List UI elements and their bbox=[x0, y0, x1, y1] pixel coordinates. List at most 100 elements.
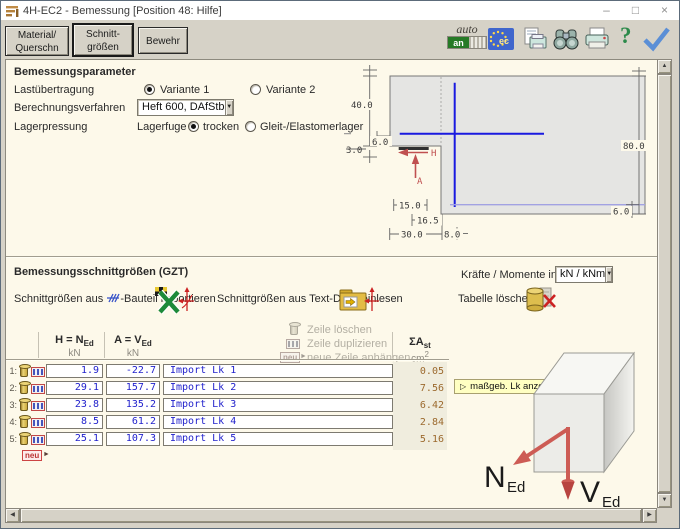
sum-header: ΣAst bbox=[394, 336, 446, 350]
loadcase-name-input[interactable]: Import Lk 3 bbox=[163, 398, 393, 412]
radio-gleitlager[interactable] bbox=[245, 121, 256, 132]
sum-value: 2.84 bbox=[396, 417, 444, 428]
window-title: 4H-EC2 - Bemessung [Position 48: Hilfe] bbox=[23, 5, 222, 17]
delete-row-icon[interactable] bbox=[20, 383, 28, 394]
minimize-button[interactable]: – bbox=[592, 1, 621, 20]
variante1-label: Variante 1 bbox=[160, 84, 209, 96]
dim-40: 40.0 bbox=[351, 101, 373, 111]
loadcase-name-input[interactable]: Import Lk 1 bbox=[163, 364, 393, 378]
copy-print-icon[interactable] bbox=[522, 27, 548, 51]
horizontal-scroll-thumb[interactable] bbox=[20, 508, 642, 523]
units-select[interactable]: kN / kNm ▼ bbox=[555, 266, 613, 283]
ned-sub-label: Ed bbox=[507, 479, 525, 496]
close-button[interactable]: × bbox=[650, 1, 679, 20]
vertical-scroll-thumb[interactable] bbox=[657, 74, 672, 493]
units-label: Kräfte / Momente in bbox=[461, 269, 557, 281]
eurocode-icon[interactable]: ec bbox=[488, 28, 514, 50]
delete-row-icon[interactable] bbox=[20, 366, 28, 377]
h-input[interactable]: 1.9 bbox=[46, 364, 103, 378]
loadcase-name-input[interactable]: Import Lk 2 bbox=[163, 381, 393, 395]
dim-3: 3.0 bbox=[346, 146, 362, 156]
auto-label: auto bbox=[447, 22, 487, 37]
dim-16-5: 16.5 bbox=[417, 217, 439, 227]
berechnungsverfahren-label: Berechnungsverfahren bbox=[14, 102, 125, 114]
table-header-divider bbox=[6, 359, 449, 361]
ved-label: V bbox=[580, 476, 600, 509]
force-h-label: H bbox=[431, 149, 436, 159]
append-row-button[interactable]: neu bbox=[22, 450, 42, 461]
dim-6-plate: 6.0 bbox=[372, 138, 388, 148]
dim-30: 30.0 bbox=[401, 231, 423, 241]
dim-8: 8.0 bbox=[444, 231, 460, 241]
tab-label: Material/ bbox=[6, 29, 68, 42]
import-label-pre: Schnittgrößen aus bbox=[14, 293, 103, 305]
tab-schnittgroessen[interactable]: Schnitt- größen bbox=[72, 23, 134, 57]
ec-label: ec bbox=[499, 36, 509, 46]
4h-logo-icon bbox=[106, 293, 120, 303]
tab-bewehrung[interactable]: Bewehr bbox=[138, 27, 188, 54]
toolbar: Material/ Querschn Schnitt- größen Beweh… bbox=[1, 20, 679, 59]
v-input[interactable]: -22.7 bbox=[106, 364, 160, 378]
maximize-button[interactable]: □ bbox=[621, 1, 650, 20]
duplicate-row-icon[interactable] bbox=[31, 384, 45, 394]
delete-row-icon[interactable] bbox=[20, 400, 28, 411]
help-icon[interactable]: ? bbox=[620, 23, 632, 49]
loadcase-name-input[interactable]: Import Lk 4 bbox=[163, 415, 393, 429]
import-bauteil-icon[interactable] bbox=[155, 287, 195, 314]
toggle-slide bbox=[469, 37, 486, 48]
h-input[interactable]: 23.8 bbox=[46, 398, 103, 412]
ved-sub-label: Ed bbox=[602, 494, 620, 509]
duplicate-row-icon[interactable] bbox=[31, 435, 45, 445]
clear-table-icon[interactable] bbox=[525, 286, 557, 315]
radio-trocken[interactable] bbox=[188, 121, 199, 132]
duplicate-row-icon[interactable] bbox=[31, 367, 45, 377]
section-drawing: H A bbox=[344, 62, 656, 258]
delete-row-icon[interactable] bbox=[20, 417, 28, 428]
duplicate-row-icon[interactable] bbox=[31, 401, 45, 411]
tab-label: Schnitt- bbox=[74, 28, 132, 41]
radio-variante1[interactable] bbox=[144, 84, 155, 95]
dim-80: 80.0 bbox=[623, 142, 645, 152]
textfile-import-icon[interactable] bbox=[339, 287, 379, 314]
scroll-up-button[interactable]: ▲ bbox=[657, 59, 672, 74]
dropdown-arrow-icon[interactable]: ▼ bbox=[225, 100, 233, 115]
tab-material-querschnitt[interactable]: Material/ Querschn bbox=[5, 26, 69, 56]
legend-duplicate-label: Zeile duplizieren bbox=[307, 338, 387, 350]
scrollbar-corner bbox=[657, 508, 672, 523]
scroll-down-button[interactable]: ▼ bbox=[657, 493, 672, 508]
binoculars-icon[interactable] bbox=[552, 27, 580, 51]
sum-value: 5.16 bbox=[396, 434, 444, 445]
v-input[interactable]: 135.2 bbox=[106, 398, 160, 412]
sum-value: 0.05 bbox=[396, 366, 444, 377]
confirm-check-icon[interactable] bbox=[641, 26, 671, 52]
h-input[interactable]: 25.1 bbox=[46, 432, 103, 446]
dim-15: 15.0 bbox=[399, 202, 421, 212]
h-input[interactable]: 29.1 bbox=[46, 381, 103, 395]
v-input[interactable]: 61.2 bbox=[106, 415, 160, 429]
force-a-label: A bbox=[417, 177, 423, 187]
duplicate-row-icon[interactable] bbox=[31, 418, 45, 428]
v-input[interactable]: 107.3 bbox=[106, 432, 160, 446]
auto-toggle[interactable]: an bbox=[447, 36, 487, 49]
loadcase-name-input[interactable]: Import Lk 5 bbox=[163, 432, 393, 446]
h-input[interactable]: 8.5 bbox=[46, 415, 103, 429]
vertical-scrollbar[interactable]: ▲ ▼ bbox=[657, 59, 672, 508]
delete-row-icon[interactable] bbox=[20, 434, 28, 445]
radio-variante2[interactable] bbox=[250, 84, 261, 95]
tab-label: Querschn bbox=[6, 42, 68, 55]
scroll-left-button[interactable]: ◀ bbox=[5, 508, 20, 523]
tab-label: größen bbox=[74, 41, 132, 54]
column-separator bbox=[38, 332, 39, 358]
horizontal-scrollbar[interactable]: ◀ ▶ bbox=[5, 508, 657, 523]
row-number: 3: bbox=[6, 400, 17, 410]
method-select[interactable]: Heft 600, DAfStb ▼ bbox=[137, 99, 234, 116]
print-icon[interactable] bbox=[583, 27, 611, 51]
app-icon bbox=[6, 5, 19, 17]
v-input[interactable]: 157.7 bbox=[106, 381, 160, 395]
lagerpressung-label: Lagerpressung bbox=[14, 121, 87, 133]
lastuebertragung-label: Lastübertragung bbox=[14, 84, 94, 96]
dropdown-arrow-icon[interactable]: ▼ bbox=[605, 267, 612, 282]
append-arrow-icon: ► bbox=[43, 451, 50, 458]
play-icon: ▷ bbox=[460, 382, 466, 391]
scroll-right-button[interactable]: ▶ bbox=[642, 508, 657, 523]
